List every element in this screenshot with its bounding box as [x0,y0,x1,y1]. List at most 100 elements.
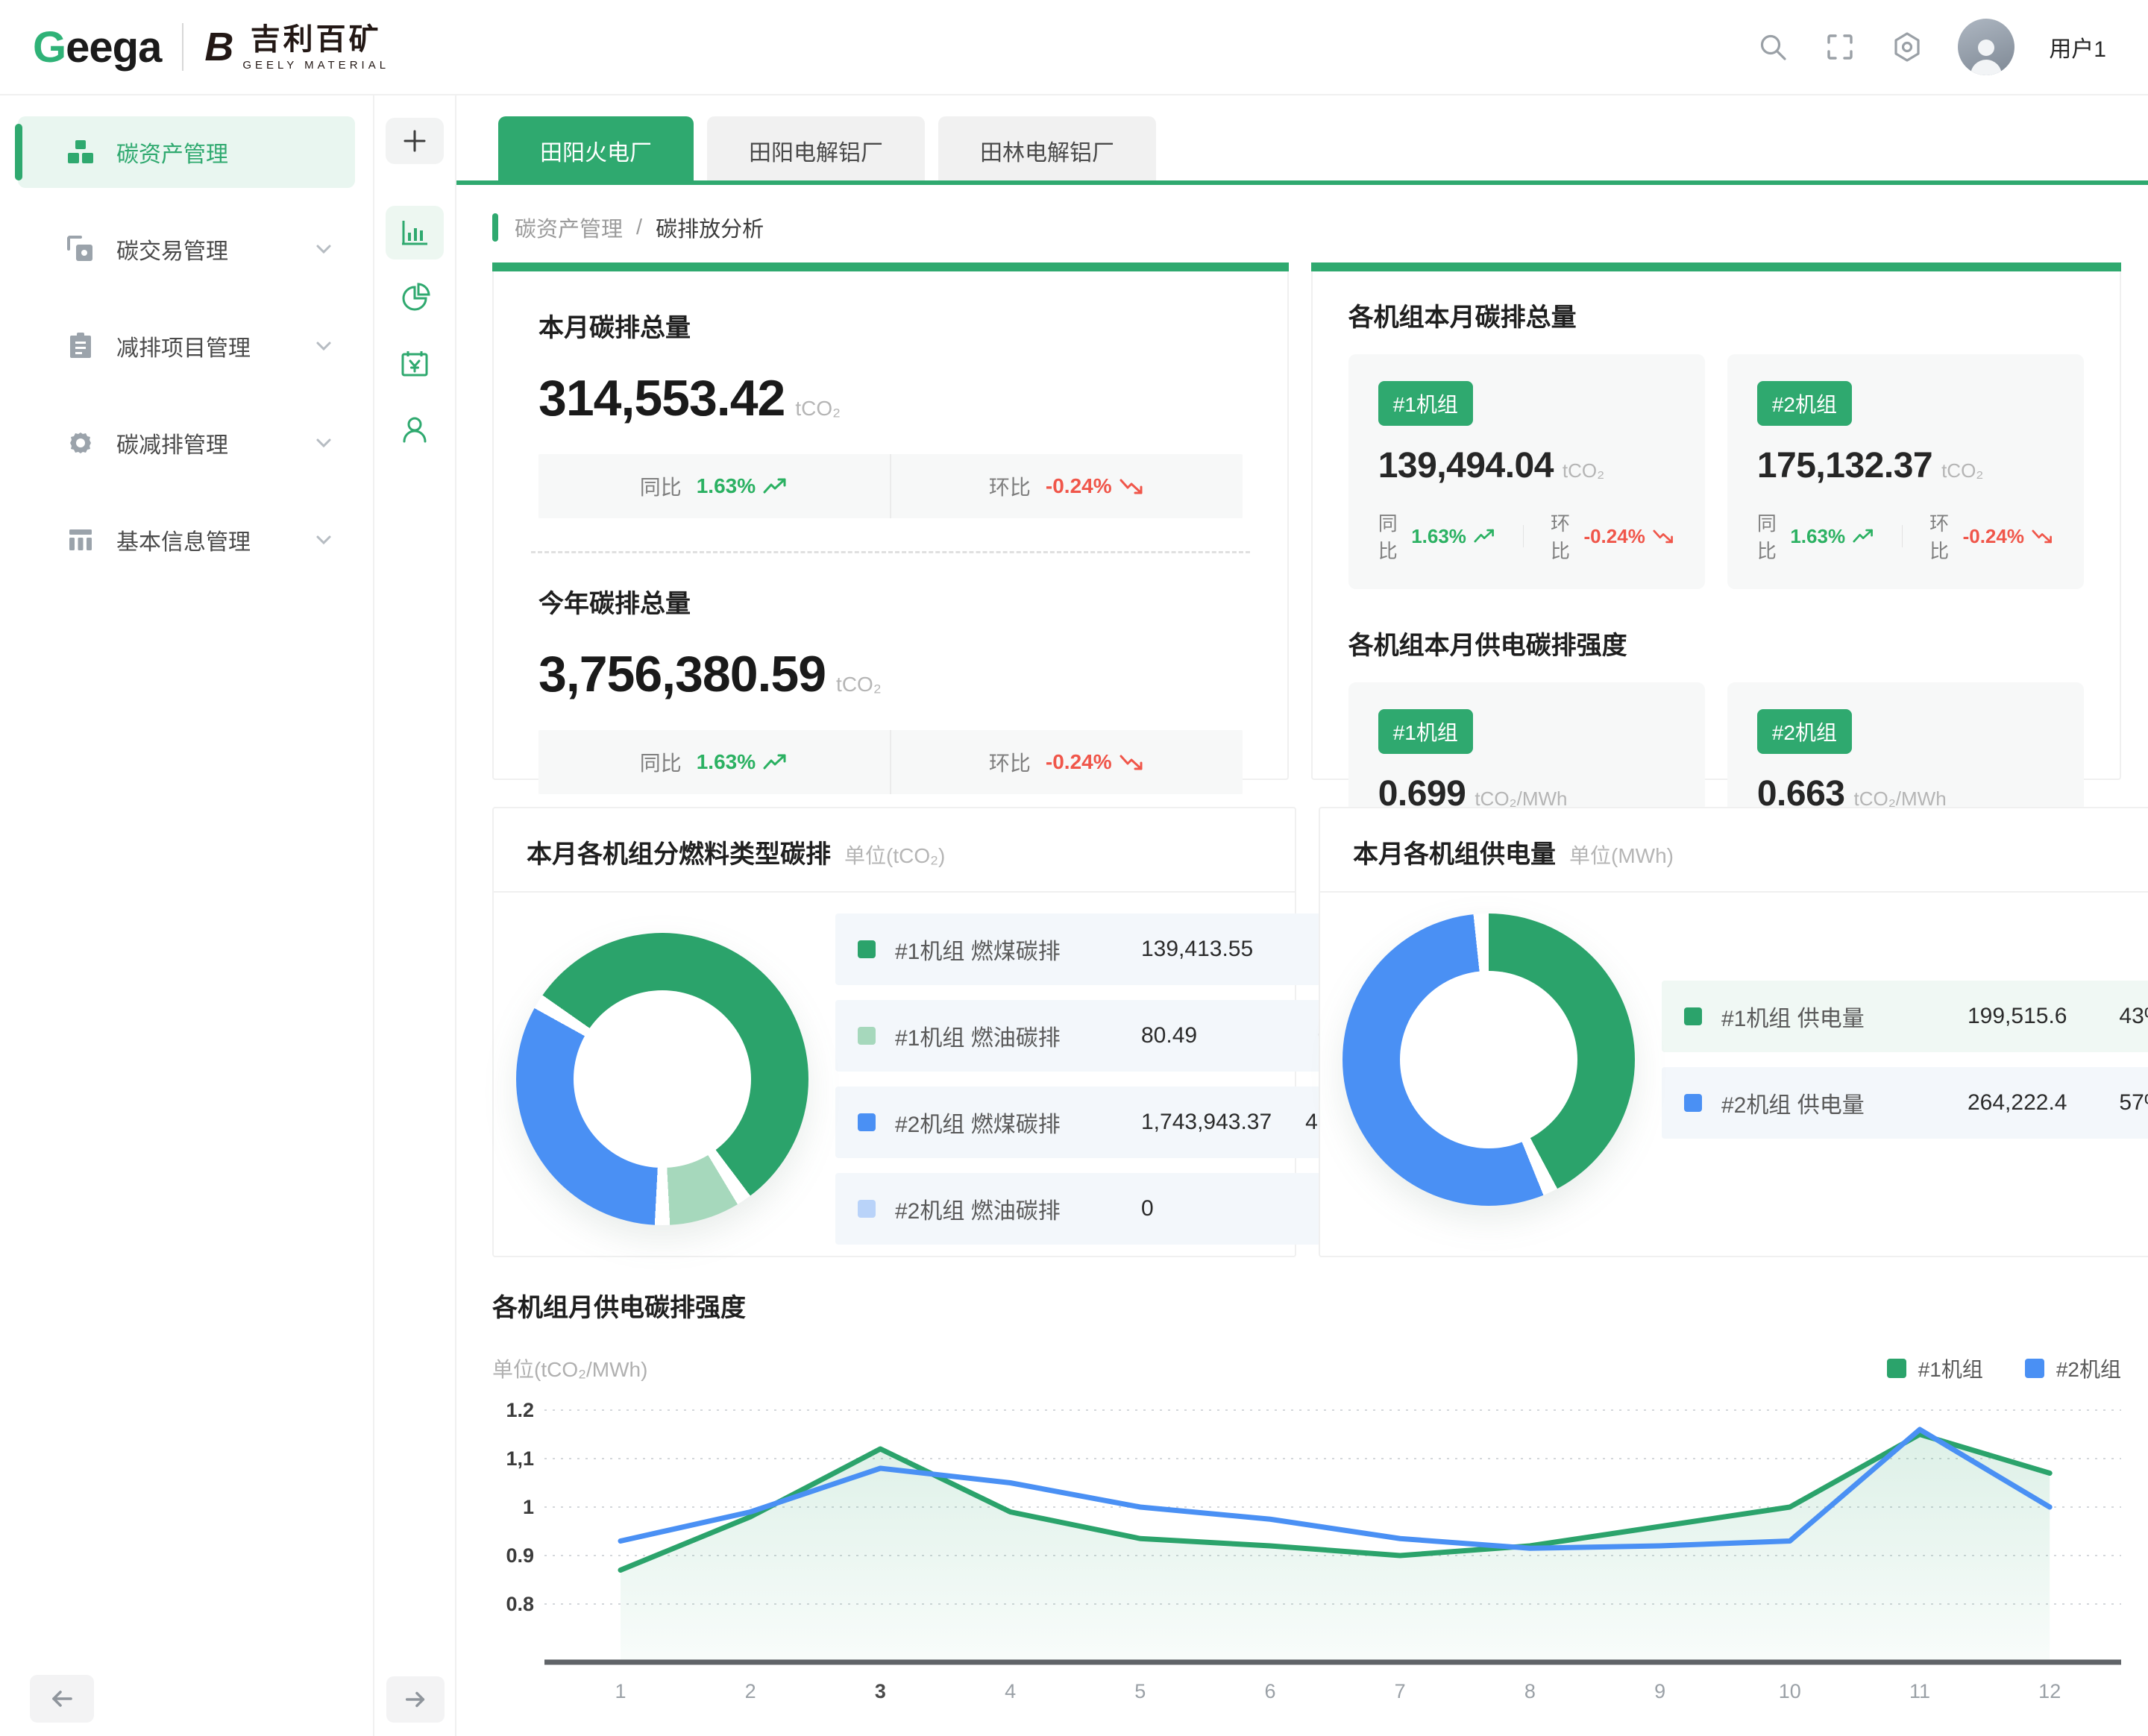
legend-marker [1684,1007,1702,1025]
legend-value: 264,222.4 [1968,1090,2067,1116]
legend-percent: 57% [2067,1090,2148,1116]
legend-marker [858,1200,876,1218]
legend-row: #1机组 燃油碳排 80.49 0.8% [835,1000,1391,1072]
rail-pie-chart-button[interactable] [386,271,444,325]
main-content: 田阳火电厂 田阳电解铝厂 田林电解铝厂 碳资产管理 / 碳排放分析 本月碳排总量 [456,95,2148,1736]
chart-rail [374,95,456,1736]
sidebar-item-carbon-trading[interactable]: 碳交易管理 [18,213,355,285]
power-donut-title: 本月各机组供电量 [1353,834,1556,870]
card-power-supply-donut: 本月各机组供电量 单位(MWh) #1机组 供电量 199,515.6 43% [1319,807,2148,1257]
x-axis-tick: 10 [1779,1680,1801,1702]
rail-bar-chart-button[interactable] [386,206,444,260]
settings-icon[interactable] [1891,31,1924,63]
legend-marker [858,1113,876,1131]
legend-marker [1887,1359,1906,1378]
yoy-value: 1.63% [697,474,756,498]
month-emissions-unit: tCO₂ [795,397,841,421]
chevron-down-icon [313,239,334,260]
legend-label[interactable]: #2机组 [2056,1353,2121,1383]
sidebar: 碳资产管理 碳交易管理 减排项目管理 [0,95,374,1736]
geega-logo: Geega [33,22,161,72]
rail-expand-button[interactable] [386,1676,445,1723]
mom-label: 环比 [1551,509,1571,564]
carbon-reduction-gear-icon [66,428,95,458]
sidebar-item-reduction-projects[interactable]: 减排项目管理 [18,310,355,382]
legend-marker [858,1027,876,1045]
trend-down-icon [1119,477,1145,495]
yoy-label: 同比 [640,747,682,777]
card-fuel-emissions-donut: 本月各机组分燃料类型碳排 单位(tCO₂) #1机组 燃煤碳排 139,413.… [492,807,1296,1257]
x-axis-tick: 2 [745,1680,756,1702]
user-name[interactable]: 用户1 [2049,31,2106,63]
legend-value: 1,743,943.37 [1141,1110,1272,1135]
x-axis-tick: 5 [1134,1680,1146,1702]
plant-tabs: 田阳火电厂 田阳电解铝厂 田林电解铝厂 [456,95,2148,185]
unit-value: 139,494.04 [1378,445,1554,486]
trend-up-icon [1853,528,1875,544]
pie-chart-icon [398,282,431,315]
tab-tianyang-thermal[interactable]: 田阳火电厂 [498,116,694,185]
line-chart-legend: #1机组 #2机组 [1887,1353,2121,1383]
power-donut-chart [1342,913,1635,1206]
fuel-donut-unit: 单位(tCO₂) [844,840,945,869]
arrow-right-icon [403,1687,428,1712]
y-axis-tick: 1.2 [506,1399,534,1421]
fuel-donut-legend: #1机组 燃煤碳排 139,413.55 56% #1机组 燃油碳排 80.49… [835,913,1391,1245]
rail-carbon-price-button[interactable] [386,337,444,391]
legend-label: #2机组 燃煤碳排 [895,1106,1141,1139]
rail-user-button[interactable] [386,403,444,456]
y-axis-tick: 0.9 [506,1544,534,1567]
unit1-emission-card: #1机组 139,494.04tCO₂ 同比 1.63% 环比 -0.24% [1348,354,1705,589]
legend-label: #1机组 燃煤碳排 [895,933,1141,966]
legend-value: 0 [1141,1196,1272,1221]
tab-tianyang-aluminum[interactable]: 田阳电解铝厂 [707,116,925,185]
search-icon[interactable] [1756,31,1789,63]
mom-label: 环比 [989,471,1031,501]
tab-tianlin-aluminum[interactable]: 田林电解铝厂 [938,116,1156,185]
sidebar-item-label: 减排项目管理 [116,330,313,362]
mom-value: -0.24% [1583,525,1645,548]
avatar[interactable] [1958,19,2014,75]
add-dashboard-button[interactable] [386,118,444,164]
breadcrumb-parent[interactable]: 碳资产管理 [515,212,623,243]
legend-row: #2机组 燃油碳排 0 0% [835,1173,1391,1245]
y-axis-tick: 1 [523,1496,534,1518]
legend-row: #2机组 供电量 264,222.4 57% [1662,1067,2148,1139]
sidebar-item-carbon-reduction[interactable]: 碳减排管理 [18,407,355,479]
yoy-label: 同比 [640,471,682,501]
month-emissions-title: 本月碳排总量 [538,307,1243,344]
unit2-emission-card: #2机组 175,132.37tCO₂ 同比 1.63% 环比 -0.24% [1727,354,2084,589]
fullscreen-icon[interactable] [1824,31,1856,63]
x-axis-tick: 3 [875,1680,886,1702]
legend-label[interactable]: #1机组 [1918,1353,1983,1383]
line-chart-title: 各机组月供电碳排强度 [492,1287,2121,1324]
year-emissions-title: 今年碳排总量 [538,583,1243,620]
bar-chart-icon [398,216,431,249]
sidebar-item-basic-info[interactable]: 基本信息管理 [18,504,355,576]
sidebar-collapse-button[interactable] [30,1675,94,1723]
legend-value: 139,413.55 [1141,937,1272,962]
legend-label: #1机组 燃油碳排 [895,1019,1141,1052]
intensity-line-chart: 1.21,110.90.8123456789101112 [492,1391,2121,1711]
legend-marker [858,940,876,958]
yoy-value: 1.63% [1790,525,1845,548]
unit-badge: #1机组 [1378,709,1473,754]
unit-unit: tCO₂ [1941,459,1983,482]
legend-row: #1机组 燃煤碳排 139,413.55 56% [835,913,1391,985]
x-axis-tick: 6 [1264,1680,1275,1702]
yoy-label: 同比 [1757,509,1777,564]
sidebar-item-carbon-assets[interactable]: 碳资产管理 [18,116,355,188]
y-axis-tick: 0.8 [506,1593,534,1615]
trend-down-icon [2032,528,2054,544]
monthly-intensity-section: 各机组月供电碳排强度 单位(tCO₂/MWh) #1机组 #2机组 1.21,1… [492,1287,2121,1734]
reduction-projects-icon [66,331,95,361]
trend-down-icon [1119,753,1145,771]
card-unit-stats: 各机组本月碳排总量 #1机组 139,494.04tCO₂ 同比 1.63% 环… [1311,262,2121,780]
geely-material-mark-icon: B [204,27,233,67]
legend-marker [2025,1359,2044,1378]
fuel-donut-chart [516,933,808,1225]
geely-material-logo: B 吉利百矿 GEELY MATERIAL [204,23,389,72]
yoy-value: 1.63% [697,750,756,774]
mom-value: -0.24% [1046,474,1112,498]
legend-label: #2机组 燃油碳排 [895,1192,1141,1225]
